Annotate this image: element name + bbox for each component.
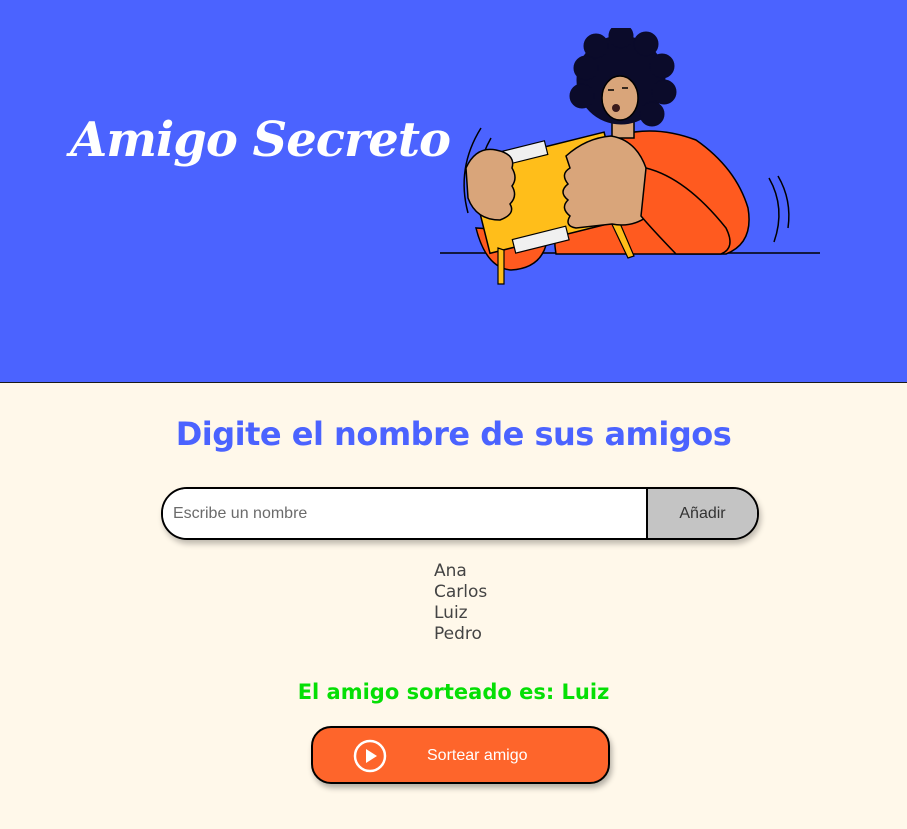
friend-list-item: Luiz [434, 603, 468, 623]
app-title: Amigo Secreto [70, 112, 451, 168]
friend-list-item: Ana [434, 561, 467, 581]
person-holding-gift-box-illustration [440, 28, 820, 285]
add-button[interactable]: Añadir [646, 489, 757, 538]
friend-list-item: Carlos [434, 582, 488, 602]
name-input-group: Añadir [161, 487, 759, 540]
draw-button-label: Sortear amigo [427, 747, 528, 764]
draw-friend-button[interactable]: Sortear amigo [311, 726, 610, 784]
main-content: Digite el nombre de sus amigos Añadir An… [0, 383, 907, 829]
name-input[interactable] [163, 489, 646, 538]
play-circle-icon [353, 739, 387, 773]
draw-result: El amigo sorteado es: Luiz [297, 680, 610, 704]
friend-list: Ana Carlos Luiz Pedro [434, 561, 487, 645]
friend-list-item: Pedro [434, 624, 482, 644]
header-banner: Amigo Secreto [0, 0, 907, 383]
section-title: Digite el nombre de sus amigos [175, 415, 732, 453]
